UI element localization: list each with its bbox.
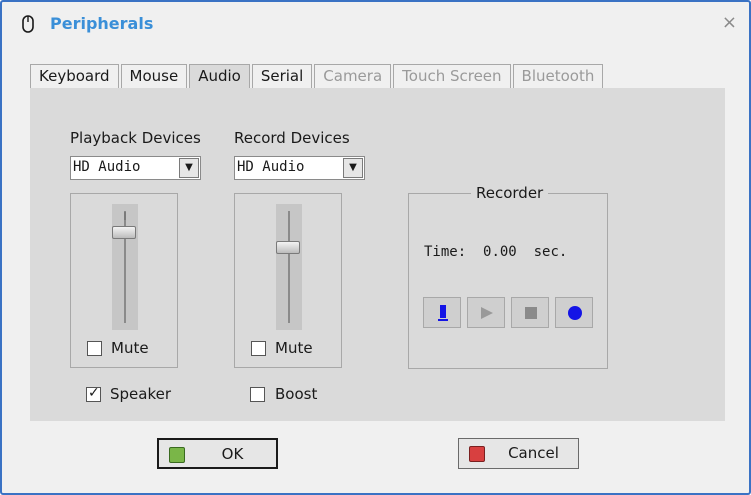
audio-panel: Playback Devices HD Audio ▼ Mute ✓ Speak… bbox=[30, 88, 725, 421]
tab-audio-label: Audio bbox=[198, 67, 241, 85]
tab-bluetooth-label: Bluetooth bbox=[521, 67, 595, 85]
playback-mute-label: Mute bbox=[111, 339, 149, 357]
cancel-label: Cancel bbox=[508, 444, 559, 462]
time-unit: sec. bbox=[533, 244, 568, 260]
ok-label: OK bbox=[221, 445, 244, 463]
peripherals-dialog: Peripherals × Keyboard Mouse Audio Seria… bbox=[0, 0, 751, 495]
window-title: Peripherals bbox=[50, 14, 154, 33]
play-button[interactable] bbox=[467, 297, 505, 328]
cancel-button[interactable]: Cancel bbox=[458, 438, 579, 469]
level-icon bbox=[438, 305, 448, 321]
tab-bluetooth[interactable]: Bluetooth bbox=[512, 64, 604, 89]
recorder-group: Recorder Time: 0.00 sec. bbox=[408, 184, 608, 369]
tab-bar: Keyboard Mouse Audio Serial Camera Touch… bbox=[30, 64, 605, 89]
play-icon bbox=[481, 307, 493, 319]
tab-serial[interactable]: Serial bbox=[251, 64, 313, 89]
tab-touch-screen-label: Touch Screen bbox=[402, 67, 502, 85]
record-volume-track bbox=[276, 204, 302, 330]
stop-button[interactable] bbox=[511, 297, 549, 328]
record-device-select[interactable]: HD Audio ▼ bbox=[234, 156, 365, 180]
playback-volume-track bbox=[112, 204, 138, 330]
time-value: 0.00 bbox=[483, 244, 517, 260]
ok-button[interactable]: OK bbox=[157, 438, 278, 469]
playback-volume-slider[interactable] bbox=[112, 225, 136, 239]
tab-serial-label: Serial bbox=[260, 67, 304, 85]
tab-camera-label: Camera bbox=[323, 67, 383, 85]
boost-checkbox[interactable] bbox=[250, 387, 265, 402]
playback-device-select[interactable]: HD Audio ▼ bbox=[70, 156, 201, 180]
record-track-line bbox=[288, 211, 290, 323]
mouse-icon bbox=[22, 15, 34, 33]
tab-mouse[interactable]: Mouse bbox=[120, 64, 188, 89]
record-device-value: HD Audio bbox=[237, 159, 305, 175]
playback-volume-box: Mute bbox=[70, 193, 178, 368]
playback-device-value: HD Audio bbox=[73, 159, 141, 175]
dropdown-arrow-icon[interactable]: ▼ bbox=[179, 158, 199, 178]
record-devices-label: Record Devices bbox=[234, 129, 350, 147]
tab-touch-screen[interactable]: Touch Screen bbox=[393, 64, 511, 89]
close-button[interactable]: × bbox=[722, 12, 737, 33]
playback-mute-checkbox[interactable] bbox=[87, 341, 102, 356]
record-mute-label: Mute bbox=[275, 339, 313, 357]
recorder-title: Recorder bbox=[471, 184, 549, 202]
title-bar: Peripherals × bbox=[2, 2, 749, 46]
speaker-label: Speaker bbox=[110, 385, 172, 403]
record-volume-box: Mute bbox=[234, 193, 342, 368]
dropdown-arrow-icon[interactable]: ▼ bbox=[343, 158, 363, 178]
speaker-checkbox[interactable]: ✓ bbox=[86, 385, 101, 402]
record-mute-checkbox[interactable] bbox=[251, 341, 266, 356]
boost-label: Boost bbox=[275, 385, 318, 403]
playback-max-tick bbox=[124, 212, 126, 220]
stop-icon bbox=[525, 307, 537, 319]
level-button[interactable] bbox=[423, 297, 461, 328]
tab-keyboard[interactable]: Keyboard bbox=[30, 64, 119, 89]
record-volume-slider[interactable] bbox=[276, 240, 300, 254]
record-button[interactable] bbox=[555, 297, 593, 328]
tab-mouse-label: Mouse bbox=[129, 67, 179, 85]
playback-devices-label: Playback Devices bbox=[70, 129, 201, 147]
checkmark-icon: ✓ bbox=[88, 385, 100, 401]
recorder-time: Time: 0.00 sec. bbox=[424, 244, 567, 260]
record-icon bbox=[568, 306, 582, 320]
time-label: Time: bbox=[424, 244, 467, 260]
tab-audio[interactable]: Audio bbox=[189, 64, 250, 89]
tab-keyboard-label: Keyboard bbox=[39, 67, 110, 85]
tab-camera[interactable]: Camera bbox=[314, 64, 392, 89]
